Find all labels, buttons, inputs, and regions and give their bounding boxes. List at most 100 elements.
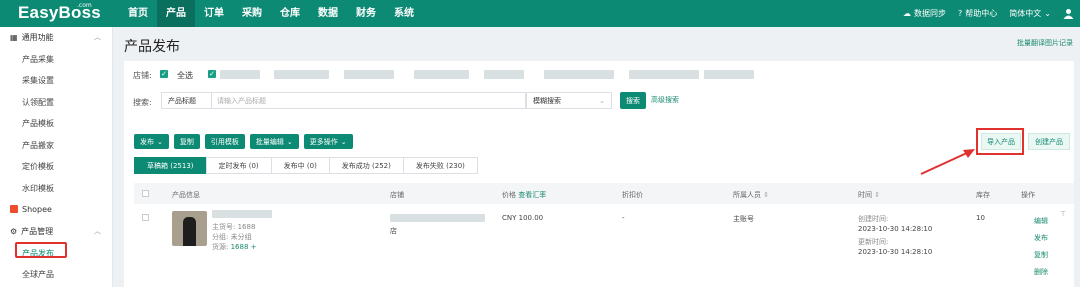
publish-dropdown-button[interactable]: 发布 ⌄ (134, 134, 169, 149)
main-nav: 首页 产品 订单 采购 仓库 数据 财务 系统 (119, 0, 423, 27)
source-link[interactable]: 1688 (231, 243, 249, 251)
store-name-redacted (344, 70, 394, 79)
header-discount: 折扣价 (622, 191, 643, 199)
sort-icon: ⇕ (874, 191, 881, 199)
created-label: 创建时间: (858, 215, 889, 223)
nav-home[interactable]: 首页 (119, 0, 157, 27)
sidebar-item-watermark-template[interactable]: 水印模板 (22, 183, 54, 194)
category: 分组: 未分组 (212, 232, 252, 242)
batch-edit-dropdown-button[interactable]: 批量编辑 ⌄ (249, 134, 299, 149)
view-exchange-rate-link[interactable]: 查看汇率 (518, 191, 546, 199)
main-sku-label: 主货号: (212, 223, 236, 231)
nav-products[interactable]: 产品 (157, 0, 195, 27)
sidebar-item-collect[interactable]: 产品采集 (22, 54, 54, 65)
copy-link[interactable]: 复制 (1034, 250, 1048, 260)
sidebar-item-global-products[interactable]: 全球产品 (22, 269, 54, 280)
store-name-redacted (390, 214, 485, 222)
copy-button[interactable]: 复制 (173, 134, 200, 149)
store-name-redacted (274, 70, 329, 79)
main-sku-value: 1688 (237, 223, 256, 231)
more-actions-dropdown-button[interactable]: 更多操作 ⌄ (303, 134, 353, 149)
nav-finance[interactable]: 财务 (347, 0, 385, 27)
edit-link[interactable]: 编辑 (1034, 216, 1048, 226)
tab-published[interactable]: 发布成功 (252) (328, 157, 404, 174)
store-suffix: 店 (390, 227, 397, 235)
batch-translate-record-link[interactable]: 批量翻译图片记录 (1017, 38, 1073, 48)
search-input[interactable]: 请输入产品标题 (212, 92, 526, 109)
price-value: CNY 100.00 (502, 214, 544, 222)
tab-scheduled[interactable]: 定时发布 (0) (205, 157, 272, 174)
top-nav-bar: EasyBoss .com 首页 产品 订单 采购 仓库 数据 财务 系统 ☁ … (0, 0, 1080, 27)
tab-drafts[interactable]: 草稿箱 (2513) (134, 157, 207, 174)
header-price-label: 价格 (502, 191, 516, 199)
language-selector[interactable]: 简体中文 ⌄ (1009, 8, 1051, 19)
sidebar-item-claim-config[interactable]: 认领配置 (22, 97, 54, 108)
nav-purchase[interactable]: 采购 (233, 0, 271, 27)
updated-label: 更新时间: (858, 238, 889, 246)
chevron-down-icon: ⌄ (340, 137, 347, 146)
advanced-search-link[interactable]: 高级搜索 (651, 92, 679, 109)
nav-system[interactable]: 系统 (385, 0, 423, 27)
sidebar-item-product-move[interactable]: 产品搬家 (22, 140, 54, 151)
header-time-label: 时间 (858, 191, 872, 199)
table-row: 主货号: 1688 分组: 未分组 货源: 1688 + 店 CNY 100.0… (134, 206, 1074, 287)
category-label: 分组: (212, 233, 229, 241)
search-mode-select[interactable]: 模糊搜索 ⌄ (526, 92, 612, 109)
search-button[interactable]: 搜索 (620, 92, 646, 109)
apply-template-button[interactable]: 引用模板 (204, 134, 245, 149)
sidebar-item-collect-settings[interactable]: 采集设置 (22, 75, 54, 86)
select-all-checkbox[interactable]: ✓ (160, 70, 168, 78)
store-name-redacted (629, 70, 699, 79)
store-label: 店铺: (133, 71, 152, 80)
header-owner[interactable]: 所属人员 ⇕ (733, 190, 769, 200)
batch-edit-label: 批量编辑 (255, 137, 284, 146)
select-all-rows-checkbox[interactable] (142, 190, 149, 197)
table-header: 产品信息 店铺 价格 查看汇率 折扣价 所属人员 ⇕ 时间 ⇕ 库存 操作 (134, 183, 1074, 204)
sidebar-group-label: 产品管理 (21, 226, 54, 236)
store-name-redacted (414, 70, 469, 79)
create-product-button[interactable]: 创建产品 (1028, 133, 1070, 150)
gear-icon: ⚙ (10, 226, 18, 236)
header-owner-label: 所属人员 (733, 191, 761, 199)
nav-orders[interactable]: 订单 (195, 0, 233, 27)
sidebar-item-pricing-template[interactable]: 定价模板 (22, 161, 54, 172)
publish-link[interactable]: 发布 (1034, 233, 1048, 243)
main-sku: 主货号: 1688 (212, 222, 255, 232)
header-price: 价格 查看汇率 (502, 190, 546, 200)
import-products-button[interactable]: 导入产品 (981, 133, 1021, 150)
data-sync-button[interactable]: ☁ 数据同步 (903, 8, 946, 19)
sidebar-group-product[interactable]: ⚙ 产品管理 ︿ (0, 222, 113, 240)
annotation-highlight-box (15, 242, 67, 258)
top-right-tools: ☁ 数据同步 ? 帮助中心 简体中文 ⌄ (903, 0, 1074, 27)
pin-icon[interactable]: ⊤ (1060, 210, 1066, 218)
data-sync-label: 数据同步 (914, 9, 947, 18)
row-checkbox[interactable] (142, 214, 149, 221)
owner-value: 主账号 (733, 215, 754, 223)
store-name-redacted (484, 70, 524, 79)
user-avatar[interactable] (1063, 8, 1074, 19)
sidebar-group-shopee[interactable]: Shopee (0, 200, 113, 218)
sidebar-group-common[interactable]: ▦ 通用功能 ︿ (0, 28, 113, 46)
product-thumbnail[interactable] (172, 211, 207, 246)
page-title: 产品发布 (124, 39, 180, 55)
header-time[interactable]: 时间 ⇕ (858, 190, 880, 200)
store-checkbox[interactable]: ✓ (208, 70, 216, 78)
tab-publishing[interactable]: 发布中 (0) (270, 157, 330, 174)
header-store: 店铺 (390, 191, 404, 199)
help-icon: ? (958, 9, 963, 18)
plus-icon[interactable]: + (251, 243, 257, 251)
header-stock: 库存 (976, 191, 990, 199)
search-field-select[interactable]: 产品标题 (161, 92, 212, 109)
nav-data[interactable]: 数据 (309, 0, 347, 27)
search-row: 产品标题 请输入产品标题 模糊搜索 ⌄ 搜索 高级搜索 (161, 92, 679, 109)
help-center-button[interactable]: ? 帮助中心 (958, 8, 997, 19)
tab-failed[interactable]: 发布失败 (230) (402, 157, 478, 174)
discount-value: - (622, 214, 625, 222)
sort-icon: ⇕ (763, 191, 770, 199)
nav-warehouse[interactable]: 仓库 (271, 0, 309, 27)
search-label: 搜索: (133, 98, 152, 107)
chevron-down-icon: ⌄ (286, 137, 293, 146)
sidebar-item-product-template[interactable]: 产品模板 (22, 118, 54, 129)
delete-link[interactable]: 删除 (1034, 267, 1048, 277)
